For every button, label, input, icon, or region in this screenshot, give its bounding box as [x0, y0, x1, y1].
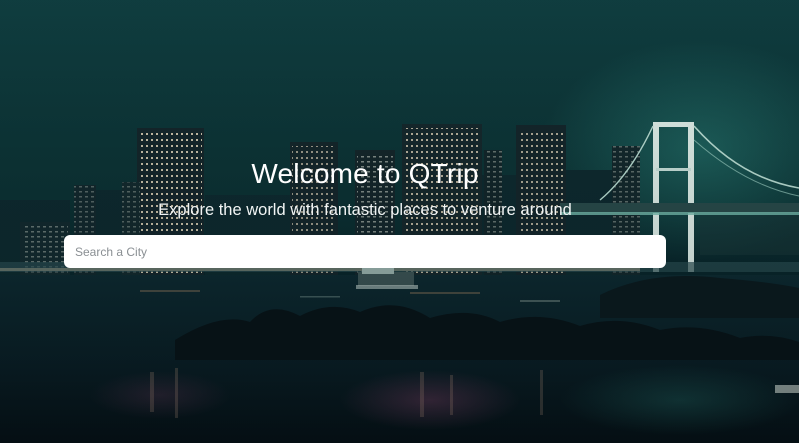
hero-content: Welcome to QTrip Explore the world with … — [0, 0, 799, 443]
city-search-input[interactable] — [64, 235, 666, 268]
hero-section: Welcome to QTrip Explore the world with … — [0, 0, 799, 443]
hero-title: Welcome to QTrip — [251, 158, 479, 189]
hero-subtitle: Explore the world with fantastic places … — [158, 201, 572, 219]
